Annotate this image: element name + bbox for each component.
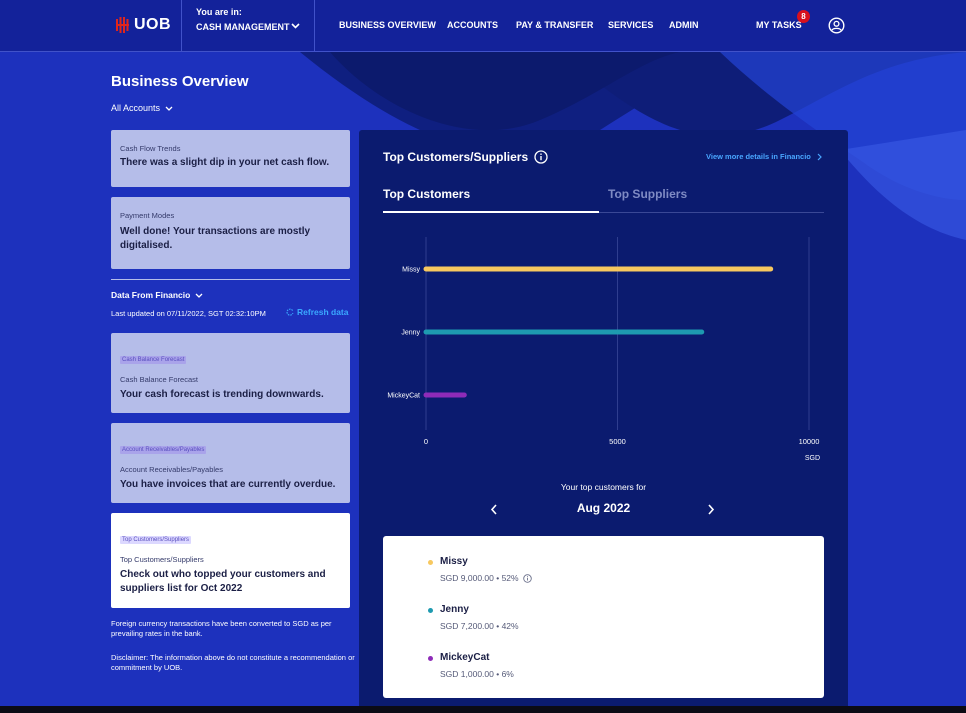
insight-card-payment-modes[interactable]: Payment Modes Well done! Your transactio… xyxy=(111,197,350,269)
next-period-chevron-icon[interactable] xyxy=(707,504,715,515)
accounts-filter-label: All Accounts xyxy=(111,103,161,113)
chevron-down-icon xyxy=(165,106,173,111)
customer-amount: SGD 7,200.00 • 42% xyxy=(440,621,519,631)
nav-admin[interactable]: ADMIN xyxy=(669,20,699,30)
context-switcher[interactable]: You are in: CASH MANAGEMENT xyxy=(181,0,315,52)
last-updated-text: Last updated on 07/11/2022, SGT 02:32:10… xyxy=(111,309,266,318)
refresh-data-button[interactable]: Refresh data xyxy=(286,307,349,317)
card-message: You have invoices that are currently ove… xyxy=(120,479,336,490)
nav-accounts[interactable]: ACCOUNTS xyxy=(447,20,498,30)
x-tick-label: 10000 xyxy=(799,437,820,446)
insight-card-receivables[interactable]: Account Receivables/Payables Account Rec… xyxy=(111,423,350,503)
nav-my-tasks[interactable]: MY TASKS xyxy=(756,20,802,30)
bottom-edge xyxy=(0,706,966,713)
currency-footnote: Foreign currency transactions have been … xyxy=(111,619,332,638)
category-chip: Account Receivables/Payables xyxy=(120,446,207,454)
card-message: There was a slight dip in your net cash … xyxy=(120,157,330,168)
y-category-label: Jenny xyxy=(401,330,420,337)
category-chip: Cash Balance Forecast xyxy=(120,356,187,364)
card-label: Account Receivables/Payables xyxy=(120,465,223,474)
insight-card-cash-flow[interactable]: Cash Flow Trends There was a slight dip … xyxy=(111,130,350,187)
info-icon[interactable] xyxy=(522,573,532,583)
customer-name: MickeyCat xyxy=(440,652,490,663)
uob-logo[interactable]: UOB xyxy=(116,16,171,34)
card-label: Cash Balance Forecast xyxy=(120,375,198,384)
disclaimer-footnote: Disclaimer: The information above do not… xyxy=(111,653,355,672)
card-message: Well done! Your transactions are mostly … xyxy=(120,226,311,251)
context-value: CASH MANAGEMENT xyxy=(196,22,290,32)
nav-pay-transfer[interactable]: PAY & TRANSFER xyxy=(516,20,593,30)
top-navigation: UOB You are in: CASH MANAGEMENT BUSINESS… xyxy=(0,0,966,52)
customer-breakdown-list: Missy SGD 9,000.00 • 52% Jenny SGD 7,200… xyxy=(383,536,824,698)
logo-text: UOB xyxy=(134,16,172,33)
tasks-count-badge: 8 xyxy=(797,10,810,23)
y-category-label: Missy xyxy=(402,267,420,274)
card-label: Cash Flow Trends xyxy=(120,144,181,153)
x-tick-label: 5000 xyxy=(609,437,626,446)
context-label: You are in: xyxy=(196,7,242,17)
y-category-label: MickeyCat xyxy=(387,393,420,400)
accounts-filter-dropdown[interactable]: All Accounts xyxy=(111,103,173,113)
customer-name: Missy xyxy=(440,556,468,567)
financio-section-toggle[interactable]: Data From Financio xyxy=(111,290,203,300)
card-label: Payment Modes xyxy=(120,211,175,220)
page-title: Business Overview xyxy=(111,73,249,90)
chevron-down-icon xyxy=(195,293,203,298)
nav-business-overview[interactable]: BUSINESS OVERVIEW xyxy=(339,20,436,30)
insight-card-top-customers[interactable]: Top Customers/Suppliers Top Customers/Su… xyxy=(111,513,350,608)
top-customers-bar-chart: 0 5000 10000 SGD Missy Jenny MickeyCat xyxy=(387,237,820,462)
series-dot xyxy=(428,608,433,613)
top-customers-panel: Top Customers/Suppliers View more detail… xyxy=(359,130,848,713)
insight-card-cash-balance[interactable]: Cash Balance Forecast Cash Balance Forec… xyxy=(111,333,350,413)
card-message: Check out who topped your customers and … xyxy=(120,569,326,594)
customer-amount: SGD 1,000.00 • 6% xyxy=(440,669,514,679)
nav-services[interactable]: SERVICES xyxy=(608,20,653,30)
category-chip: Top Customers/Suppliers xyxy=(120,536,192,544)
refresh-icon xyxy=(286,308,294,316)
customer-amount: SGD 9,000.00 • 52% xyxy=(440,573,519,583)
section-divider xyxy=(111,279,350,280)
period-caption: Your top customers for xyxy=(560,482,647,492)
series-dot xyxy=(428,656,433,661)
customer-name: Jenny xyxy=(440,604,469,615)
chevron-down-icon xyxy=(291,23,300,29)
selected-period: Aug 2022 xyxy=(576,501,631,515)
user-profile-icon[interactable] xyxy=(828,17,845,34)
uob-logo-icon xyxy=(116,17,129,33)
series-dot xyxy=(428,560,433,565)
card-label: Top Customers/Suppliers xyxy=(120,555,204,564)
financio-title: Data From Financio xyxy=(111,290,191,300)
x-tick-label: 0 xyxy=(424,437,428,446)
x-axis-unit: SGD xyxy=(805,455,820,462)
refresh-data-label: Refresh data xyxy=(297,307,349,317)
card-message: Your cash forecast is trending downwards… xyxy=(120,389,324,400)
